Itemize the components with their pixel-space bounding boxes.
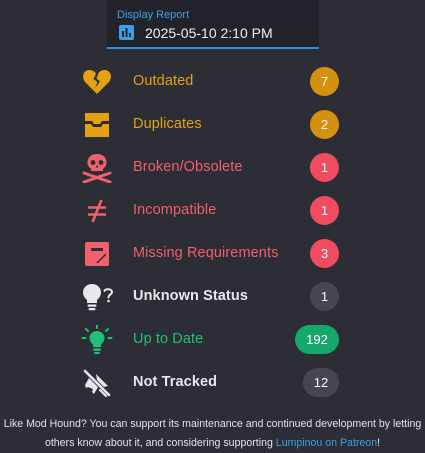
status-row-unknown-status[interactable]: Unknown Status 1: [0, 275, 425, 318]
status-label: Not Tracked: [133, 374, 218, 390]
status-count-badge: 12: [303, 368, 339, 397]
inbox-duplicate-icon: [80, 109, 114, 141]
status-count-badge: 1: [310, 282, 339, 311]
status-label: Outdated: [133, 73, 194, 89]
status-row-up-to-date[interactable]: Up to Date 192: [0, 318, 425, 361]
not-equal-icon: [80, 195, 114, 227]
patreon-link[interactable]: Lumpinou on Patreon: [276, 437, 377, 449]
status-count-badge: 192: [295, 325, 339, 354]
status-count-badge: 1: [310, 196, 339, 225]
status-row-broken-obsolete[interactable]: Broken/Obsolete 1: [0, 146, 425, 189]
eye-off-icon: [80, 367, 114, 399]
status-row-outdated[interactable]: Outdated 7: [0, 60, 425, 103]
display-report-select[interactable]: Display Report 2025-05-10 2:10 PM: [107, 0, 319, 49]
missing-puzzle-icon: [80, 238, 114, 270]
heart-broken-icon: [80, 66, 114, 98]
skull-crossbones-icon: [80, 152, 114, 184]
status-count-badge: 7: [310, 67, 339, 96]
status-label: Unknown Status: [133, 288, 248, 304]
display-report-value: 2025-05-10 2:10 PM: [145, 25, 273, 41]
status-label: Broken/Obsolete: [133, 159, 243, 175]
status-count-badge: 1: [310, 153, 339, 182]
status-label: Up to Date: [133, 331, 204, 347]
display-report-label: Display Report: [117, 9, 190, 21]
status-label: Missing Requirements: [133, 245, 279, 261]
status-row-incompatible[interactable]: Incompatible 1: [0, 189, 425, 232]
status-row-missing-requirements[interactable]: Missing Requirements 3: [0, 232, 425, 275]
lightbulb-question-icon: [80, 281, 114, 313]
status-row-duplicates[interactable]: Duplicates 2: [0, 103, 425, 146]
bar-chart-icon: [119, 25, 134, 40]
support-footer: Like Mod Hound? You can support its main…: [0, 415, 425, 453]
status-label: Duplicates: [133, 116, 202, 132]
support-text-end: !: [377, 437, 381, 449]
status-count-badge: 3: [310, 239, 339, 268]
status-count-badge: 2: [310, 110, 339, 139]
lightbulb-on-icon: [80, 324, 114, 356]
status-row-not-tracked[interactable]: Not Tracked 12: [0, 361, 425, 404]
status-label: Incompatible: [133, 202, 217, 218]
